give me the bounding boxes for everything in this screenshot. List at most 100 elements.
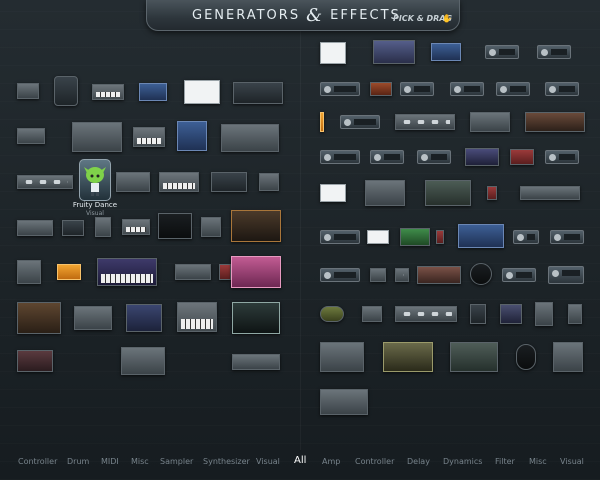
plugin-thumb[interactable] <box>320 342 364 372</box>
plugin-thumb[interactable] <box>133 127 165 147</box>
fruity-dance-plugin[interactable] <box>79 159 111 201</box>
plugin-thumb[interactable] <box>510 149 534 165</box>
plugin-thumb[interactable] <box>221 124 279 152</box>
plugin-thumb[interactable] <box>219 264 231 280</box>
plugin-thumb[interactable] <box>431 43 461 61</box>
category-generators-drum[interactable]: Drum <box>67 456 89 468</box>
plugin-thumb[interactable] <box>175 264 211 280</box>
plugin-thumb[interactable] <box>383 342 433 372</box>
category-generators-sampler[interactable]: Sampler <box>160 456 193 468</box>
plugin-thumb[interactable] <box>17 128 45 144</box>
plugin-thumb[interactable] <box>450 82 484 96</box>
plugin-thumb[interactable] <box>17 83 39 99</box>
plugin-thumb[interactable] <box>121 347 165 375</box>
plugin-thumb[interactable] <box>458 224 504 248</box>
category-generators-synthesizer[interactable]: Synthesizer <box>203 456 250 468</box>
category-generators-misc[interactable]: Misc <box>131 456 149 468</box>
plugin-thumb[interactable] <box>139 83 167 101</box>
category-all[interactable]: All <box>294 455 306 467</box>
plugin-thumb[interactable] <box>320 389 368 415</box>
plugin-thumb[interactable] <box>395 306 457 322</box>
plugin-thumb[interactable] <box>365 180 405 206</box>
plugin-thumb[interactable] <box>417 150 451 164</box>
plugin-thumb[interactable] <box>496 82 530 96</box>
plugin-thumb[interactable] <box>362 306 382 322</box>
plugin-thumb[interactable] <box>470 304 486 324</box>
plugin-thumb[interactable] <box>370 82 392 96</box>
plugin-thumb[interactable] <box>545 150 579 164</box>
plugin-thumb[interactable] <box>259 173 279 191</box>
plugin-thumb[interactable] <box>465 148 499 166</box>
plugin-thumb[interactable] <box>513 230 539 244</box>
plugin-thumb[interactable] <box>231 256 281 288</box>
plugin-thumb[interactable] <box>436 230 444 244</box>
plugin-thumb[interactable] <box>487 186 497 200</box>
plugin-thumb[interactable] <box>211 172 247 192</box>
plugin-thumb[interactable] <box>548 266 584 284</box>
plugin-thumb[interactable] <box>568 304 582 324</box>
plugin-thumb[interactable] <box>232 354 280 370</box>
plugin-thumb[interactable] <box>184 80 220 104</box>
plugin-thumb[interactable] <box>450 342 498 372</box>
plugin-thumb[interactable] <box>470 112 510 132</box>
plugin-thumb[interactable] <box>320 82 360 96</box>
plugin-thumb[interactable] <box>320 306 344 322</box>
plugin-thumb[interactable] <box>535 302 553 326</box>
plugin-thumb[interactable] <box>395 268 409 282</box>
plugin-thumb[interactable] <box>520 186 580 200</box>
plugin-thumb[interactable] <box>17 220 53 236</box>
plugin-thumb[interactable] <box>72 122 122 152</box>
plugin-thumb[interactable] <box>177 121 207 151</box>
plugin-thumb[interactable] <box>320 230 360 244</box>
plugin-thumb[interactable] <box>97 258 157 286</box>
category-effects-amp[interactable]: Amp <box>322 456 340 468</box>
plugin-thumb[interactable] <box>122 219 150 235</box>
plugin-thumb[interactable] <box>17 175 73 189</box>
plugin-thumb[interactable] <box>525 112 585 132</box>
plugin-thumb[interactable] <box>320 184 346 202</box>
category-generators-visual[interactable]: Visual <box>256 456 280 468</box>
plugin-thumb[interactable] <box>62 220 84 236</box>
category-generators-midi[interactable]: MIDI <box>101 456 119 468</box>
plugin-thumb[interactable] <box>502 268 536 282</box>
plugin-thumb[interactable] <box>17 260 41 284</box>
plugin-thumb[interactable] <box>201 217 221 237</box>
plugin-thumb[interactable] <box>320 42 346 64</box>
plugin-thumb[interactable] <box>320 268 360 282</box>
category-effects-misc[interactable]: Misc <box>529 456 547 468</box>
plugin-thumb[interactable] <box>74 306 112 330</box>
plugin-thumb[interactable] <box>54 76 78 106</box>
category-generators-controller[interactable]: Controller <box>18 456 57 468</box>
plugin-thumb[interactable] <box>95 217 111 237</box>
plugin-thumb[interactable] <box>57 264 81 280</box>
plugin-thumb[interactable] <box>158 213 192 239</box>
plugin-thumb[interactable] <box>159 172 199 192</box>
plugin-thumb[interactable] <box>500 304 522 324</box>
category-effects-filter[interactable]: Filter <box>495 456 515 468</box>
plugin-thumb[interactable] <box>233 82 283 104</box>
plugin-thumb[interactable] <box>116 172 150 192</box>
plugin-thumb[interactable] <box>373 40 415 64</box>
plugin-thumb[interactable] <box>370 150 404 164</box>
category-effects-controller[interactable]: Controller <box>355 456 394 468</box>
plugin-thumb[interactable] <box>367 230 389 244</box>
plugin-thumb[interactable] <box>400 228 430 246</box>
category-effects-visual[interactable]: Visual <box>560 456 584 468</box>
plugin-thumb[interactable] <box>516 344 536 370</box>
plugin-thumb[interactable] <box>395 114 455 130</box>
category-effects-dynamics[interactable]: Dynamics <box>443 456 482 468</box>
plugin-thumb[interactable] <box>545 82 579 96</box>
plugin-thumb[interactable] <box>17 302 61 334</box>
plugin-thumb[interactable] <box>177 302 217 332</box>
plugin-thumb[interactable] <box>537 45 571 59</box>
plugin-thumb[interactable] <box>550 230 584 244</box>
plugin-thumb[interactable] <box>340 115 380 129</box>
plugin-thumb[interactable] <box>126 304 162 332</box>
plugin-thumb[interactable] <box>400 82 434 96</box>
plugin-thumb[interactable] <box>485 45 519 59</box>
plugin-thumb[interactable] <box>232 302 280 334</box>
plugin-thumb[interactable] <box>417 266 461 284</box>
plugin-thumb[interactable] <box>92 84 124 100</box>
category-effects-delay[interactable]: Delay <box>407 456 430 468</box>
plugin-thumb[interactable] <box>320 150 360 164</box>
